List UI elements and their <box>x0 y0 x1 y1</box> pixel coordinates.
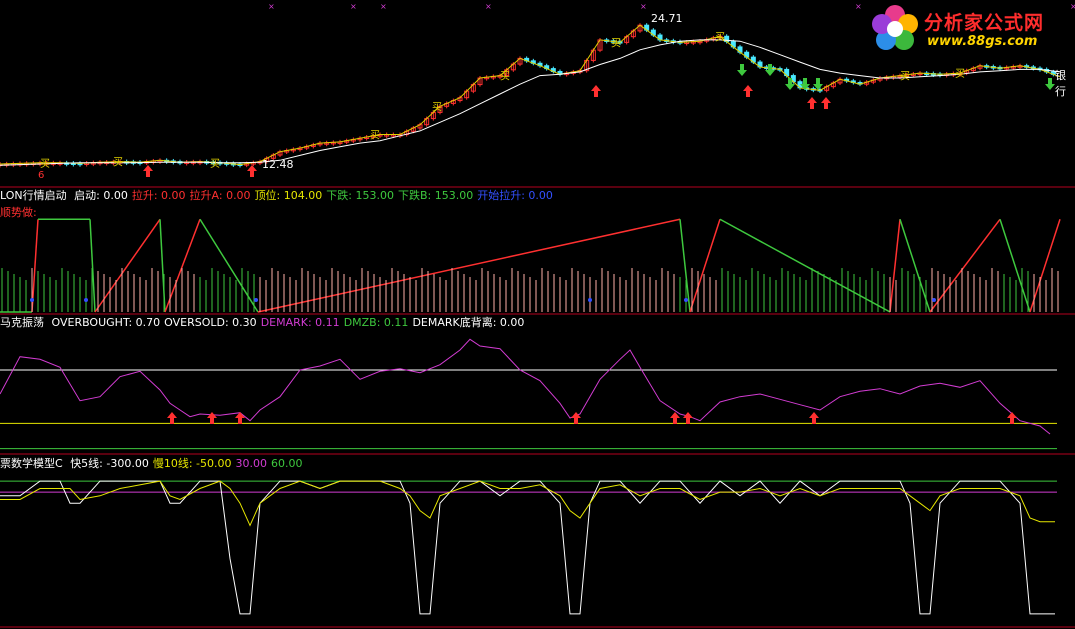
price-low-label: 12.48 <box>262 158 294 171</box>
top-cross-marker: × <box>268 2 275 11</box>
math-field-1: 慢10线: -50.00 <box>152 457 232 470</box>
math-field-3: 60.00 <box>271 457 303 470</box>
flower-logo-icon <box>872 5 918 50</box>
logo-brand-text: 分析家公式网 <box>924 12 1045 34</box>
lon-pane-subtitle: 顺势做: <box>0 206 37 219</box>
buy-signal-label: 买 <box>370 130 380 142</box>
math-field-2: 30.00 <box>235 457 268 470</box>
demark-field-3: DMZB: 0.11 <box>343 316 409 329</box>
demark-pane-title: 马克振荡 <box>0 316 44 329</box>
demark-field-2: DEMARK: 0.11 <box>260 316 340 329</box>
demark-field-1: OVERSOLD: 0.30 <box>164 316 257 329</box>
price-right-label: 银行 <box>1055 69 1066 98</box>
top-cross-marker: × <box>350 2 357 11</box>
buy-signal-label: 买 <box>432 101 442 113</box>
buy-signal-label: 买 <box>40 158 50 170</box>
lon-start-dot-icon <box>30 298 34 302</box>
math-pane-title-bar: 票数学模型C 快5线: -300.00 慢10线: -50.00 30.00 60.0… <box>0 457 311 471</box>
buy-signal-label: 买 <box>611 37 621 49</box>
price-high-label: 24.71 <box>651 12 683 25</box>
demark-pane-fields: OVERBOUGHT: 0.70 OVERSOLD: 0.30 DEMARK: 0.… <box>52 316 529 329</box>
top-cross-marker: × <box>380 2 387 11</box>
lon-field-1: 拉升: 0.00 <box>131 189 186 202</box>
lon-field-2: 拉升A: 0.00 <box>189 189 251 202</box>
demark-field-4: DEMARK底背离: 0.00 <box>412 316 525 329</box>
lon-field-6: 开始拉升: 0.00 <box>477 189 553 202</box>
lon-start-dot-icon <box>254 298 258 302</box>
lon-field-4: 下跌: 153.00 <box>326 189 394 202</box>
stock-chart-canvas[interactable]: 买买买买买买买买买 买× × × × × × × <box>0 0 1075 629</box>
math-pane-title: 票数学模型C <box>0 457 63 470</box>
lon-pane-title-bar: LON行情启动 启动: 0.00 拉升: 0.00 拉升A: 0.00 顶位: 104… <box>0 189 561 203</box>
lon-field-3: 顶位: 104.00 <box>254 189 323 202</box>
math-field-0: 快5线: -300.00 <box>70 457 149 470</box>
lon-pane-fields: 启动: 0.00 拉升: 0.00 拉升A: 0.00 顶位: 104.00 下跌: 1… <box>74 189 557 202</box>
lon-start-dot-icon <box>684 298 688 302</box>
demark-field-0: OVERBOUGHT: 0.70 <box>51 316 161 329</box>
top-cross-marker: × <box>640 2 647 11</box>
buy-signal-label: 买 <box>113 157 123 169</box>
top-cross-marker: × <box>485 2 492 11</box>
lon-pane-title: LON行情启动 <box>0 189 67 202</box>
lon-start-dot-icon <box>84 298 88 302</box>
buy-signal-label: 买 <box>955 68 965 80</box>
math-pane-fields: 快5线: -300.00 慢10线: -50.00 30.00 60.00 <box>70 457 306 470</box>
lon-field-5: 下跌B: 153.00 <box>397 189 474 202</box>
top-cross-marker: × <box>1070 2 1075 11</box>
top-cross-marker: × <box>855 2 862 11</box>
price-top-marker: 6 <box>38 170 45 181</box>
logo-url-text: www.88gs.com <box>927 34 1038 49</box>
lon-start-dot-icon <box>588 298 592 302</box>
lon-start-dot-icon <box>932 298 936 302</box>
site-logo: 分析家公式网 www.88gs.com <box>869 4 1069 54</box>
buy-signal-label: 买 <box>715 31 725 43</box>
lon-field-0: 启动: 0.00 <box>74 189 128 202</box>
buy-signal-label: 买 <box>500 71 510 83</box>
buy-signal-label: 买 <box>900 71 910 83</box>
buy-signal-label: 买 <box>210 158 220 170</box>
demark-pane-title-bar: 马克振荡 OVERBOUGHT: 0.70 OVERSOLD: 0.30 DEMAR… <box>0 316 532 330</box>
